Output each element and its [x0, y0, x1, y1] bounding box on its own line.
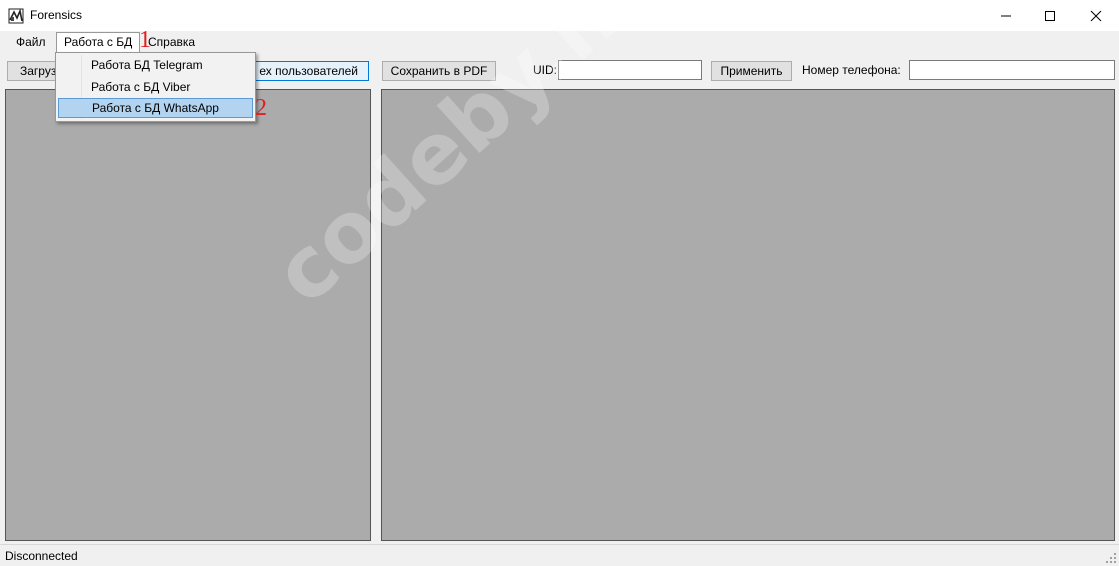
app-icon — [8, 8, 24, 24]
status-bar: Disconnected — [0, 544, 1119, 566]
menu-db[interactable]: Работа с БД — [56, 32, 141, 53]
close-button[interactable] — [1073, 0, 1119, 31]
apply-button[interactable]: Применить — [711, 61, 792, 81]
phone-input[interactable] — [909, 60, 1115, 80]
uid-input[interactable] — [558, 60, 702, 80]
status-text: Disconnected — [5, 549, 78, 563]
menu-item-whatsapp[interactable]: Работа с БД WhatsApp — [58, 98, 253, 118]
menu-bar: Файл Работа с БД Справка — [0, 31, 1119, 53]
db-dropdown-menu: Работа БД Telegram Работа с БД Viber Раб… — [55, 52, 256, 122]
uid-label: UID: — [533, 63, 557, 77]
phone-label: Номер телефона: — [802, 63, 901, 77]
maximize-button[interactable] — [1027, 0, 1073, 31]
window-title: Forensics — [30, 8, 83, 22]
menu-item-viber[interactable]: Работа с БД Viber — [58, 77, 253, 97]
messages-panel[interactable] — [381, 89, 1115, 541]
users-list-panel[interactable] — [5, 89, 371, 541]
close-icon — [1090, 10, 1102, 21]
menu-file[interactable]: Файл — [9, 33, 53, 51]
title-bar: Forensics — [0, 0, 1119, 31]
maximize-icon — [1045, 10, 1055, 21]
annotation-number-2: 2 — [255, 95, 267, 121]
resize-grip-icon[interactable] — [1105, 552, 1117, 564]
minimize-icon — [1001, 15, 1011, 16]
menu-item-telegram[interactable]: Работа БД Telegram — [58, 55, 253, 75]
minimize-button[interactable] — [983, 0, 1029, 31]
annotation-number-1: 1 — [139, 27, 151, 53]
save-pdf-button[interactable]: Сохранить в PDF — [382, 61, 496, 81]
